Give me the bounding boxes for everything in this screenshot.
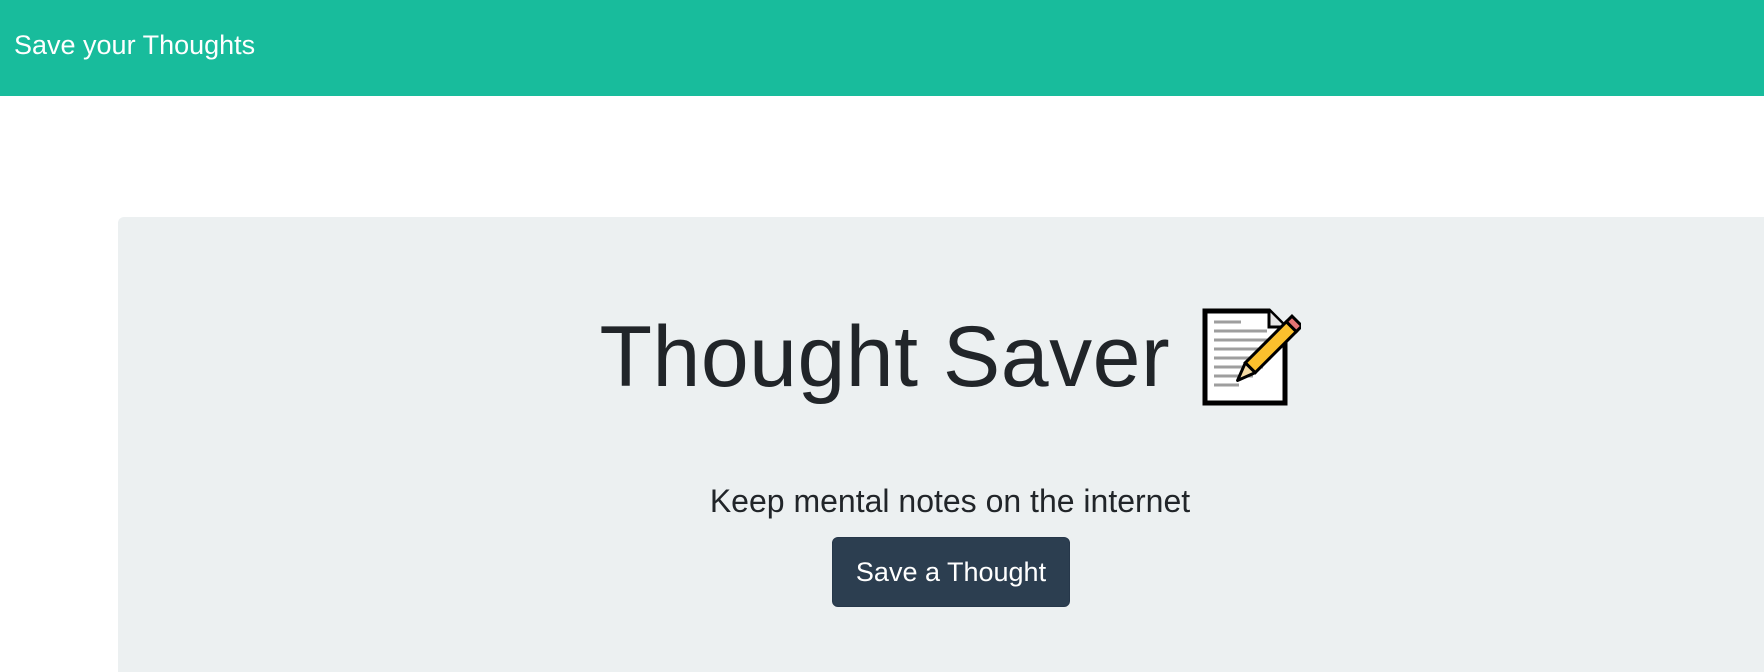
save-thought-button[interactable]: Save a Thought bbox=[832, 537, 1070, 607]
hero-jumbotron: Thought Saver Keep mental notes on the i… bbox=[118, 217, 1764, 672]
memo-icon bbox=[1201, 307, 1304, 407]
navbar: Save your Thoughts bbox=[0, 0, 1764, 96]
hero-subtitle: Keep mental notes on the internet bbox=[709, 483, 1191, 519]
page-title: Thought Saver bbox=[599, 309, 1171, 405]
navbar-brand[interactable]: Save your Thoughts bbox=[14, 28, 255, 62]
hero-title-row: Thought Saver bbox=[118, 307, 1764, 407]
